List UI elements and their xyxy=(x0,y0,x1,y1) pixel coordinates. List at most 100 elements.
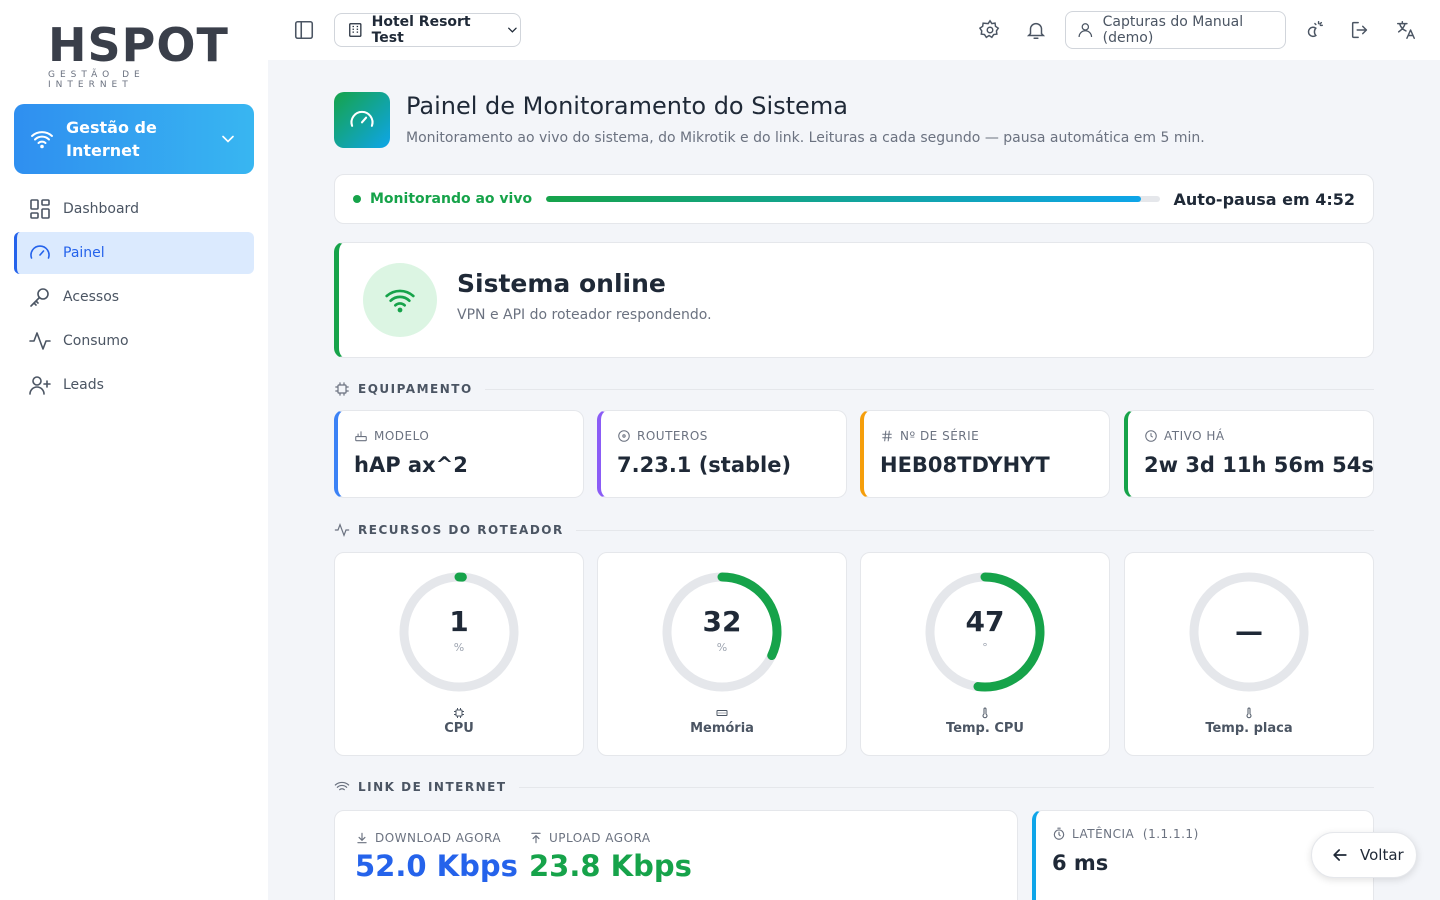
sidebar-item-label: Painel xyxy=(63,245,105,261)
equipment-label: ROUTEROS xyxy=(637,429,708,443)
download-block: DOWNLOAD AGORA 52.0 Kbps xyxy=(355,831,518,883)
gauge-label: Temp. CPU xyxy=(946,721,1024,736)
upload-block: UPLOAD AGORA 23.8 Kbps xyxy=(529,831,692,883)
gestao-internet-selector[interactable]: Gestão de Internet xyxy=(14,104,254,174)
page-title: Painel de Monitoramento do Sistema xyxy=(406,92,848,120)
language-button[interactable] xyxy=(1394,18,1418,42)
sidebar-item-painel[interactable]: Painel xyxy=(14,232,254,274)
gauge-value: 47 xyxy=(965,605,1005,638)
gauge-value: 1 xyxy=(449,605,469,638)
equipment-card-uptime: ATIVO HÁ 2w 3d 11h 56m 54s xyxy=(1124,410,1374,498)
gestao-label: Gestão de Internet xyxy=(66,118,157,160)
sidebar-item-label: Dashboard xyxy=(63,201,139,217)
main-content: Painel de Monitoramento do Sistema Monit… xyxy=(268,60,1440,900)
upload-label: UPLOAD AGORA xyxy=(549,831,651,845)
download-value: 52.0 Kbps xyxy=(355,849,518,883)
link-throughput-card: DOWNLOAD AGORA 52.0 Kbps UPLOAD AGORA 23… xyxy=(334,810,1018,900)
sidebar-toggle-icon xyxy=(294,20,314,40)
back-label: Voltar xyxy=(1360,846,1404,864)
latency-target: (1.1.1.1) xyxy=(1142,827,1199,841)
latency-label: LATÊNCIA xyxy=(1072,827,1135,841)
live-monitor-bar: Monitorando ao vivo Auto-pausa em 4:52 xyxy=(334,174,1374,224)
activity-icon xyxy=(334,522,350,538)
chip-icon xyxy=(335,382,349,396)
gauge-icon xyxy=(30,245,50,259)
equipment-value: 7.23.1 (stable) xyxy=(617,453,792,477)
gauge-unit: % xyxy=(716,641,728,654)
section-divider xyxy=(518,786,1374,788)
upload-value: 23.8 Kbps xyxy=(529,849,692,883)
user-name: Capturas do Manual (demo) xyxy=(1102,14,1244,46)
sidebar-toggle-button[interactable] xyxy=(292,18,316,42)
activity-icon xyxy=(29,332,51,350)
logo-wordmark: HSPOT xyxy=(48,18,229,72)
logout-icon xyxy=(1351,21,1368,39)
hash-icon xyxy=(882,430,892,442)
gauge-unit: % xyxy=(453,641,465,654)
equipment-card-routeros: ROUTEROS 7.23.1 (stable) xyxy=(597,410,847,498)
auto-pause-label: Auto-pausa em 4:52 xyxy=(1173,189,1355,209)
section-divider xyxy=(575,529,1374,531)
gauge-value: — xyxy=(1235,615,1263,648)
chevron-down-icon xyxy=(508,27,517,33)
sidebar-item-dashboard[interactable]: Dashboard xyxy=(14,188,254,230)
user-menu-button[interactable]: Capturas do Manual (demo) xyxy=(1065,11,1286,49)
upload-icon xyxy=(531,832,541,844)
sidebar-item-leads[interactable]: Leads xyxy=(14,364,254,406)
equipment-card-serial: Nº DE SÉRIE HEB08TDYHYT xyxy=(860,410,1110,498)
notifications-button[interactable] xyxy=(1024,18,1048,42)
translate-icon xyxy=(1397,21,1415,39)
hspot-logo[interactable]: HSPOT GESTÃO DE INTERNET xyxy=(48,18,229,90)
latency-value: 6 ms xyxy=(1052,851,1109,875)
download-label: DOWNLOAD AGORA xyxy=(375,831,502,845)
auto-pause-progress xyxy=(546,196,1160,202)
building-icon xyxy=(349,23,362,37)
dashboard-icon xyxy=(30,199,50,219)
sidebar-item-label: Leads xyxy=(63,377,104,393)
gauge-value: 32 xyxy=(702,605,742,638)
sidebar-item-consumo[interactable]: Consumo xyxy=(14,320,254,362)
gear-icon xyxy=(979,19,1000,39)
chevron-down-icon xyxy=(222,135,234,143)
sidebar-item-label: Acessos xyxy=(63,289,120,305)
equipment-value: 2w 3d 11h 56m 54s xyxy=(1144,453,1374,477)
page-subtitle: Monitoramento ao vivo do sistema, do Mik… xyxy=(406,130,1205,146)
equipment-value: hAP ax^2 xyxy=(354,453,468,477)
theme-toggle-button[interactable] xyxy=(1302,18,1326,42)
hotel-selector[interactable]: Hotel Resort Test xyxy=(334,13,521,47)
resource-gauge-board-temp: — Temp. placa xyxy=(1124,552,1374,756)
gauge-unit: ° xyxy=(982,641,988,654)
memory-icon xyxy=(716,710,728,716)
section-resources: RECURSOS DO ROTEADOR xyxy=(334,521,1374,539)
resource-gauge-cpu: 1 % CPU xyxy=(334,552,584,756)
download-icon xyxy=(357,832,367,844)
wifi-icon xyxy=(334,781,350,791)
gauge-icon xyxy=(350,110,374,127)
equipment-value: HEB08TDYHYT xyxy=(880,453,1050,477)
clock-icon xyxy=(1145,430,1157,442)
back-button[interactable]: Voltar xyxy=(1311,832,1417,878)
section-title: LINK DE INTERNET xyxy=(358,780,507,794)
sidebar-item-acessos[interactable]: Acessos xyxy=(14,276,254,318)
router-icon xyxy=(355,431,367,442)
arrow-left-icon xyxy=(1333,849,1347,861)
logout-button[interactable] xyxy=(1348,18,1372,42)
chip-icon xyxy=(454,708,464,718)
sidebar-item-label: Consumo xyxy=(63,333,129,349)
timer-icon xyxy=(1053,827,1065,840)
equipment-card-model: MODELO hAP ax^2 xyxy=(334,410,584,498)
sidebar-nav: Dashboard Painel Acessos Consumo Leads xyxy=(14,188,254,408)
wifi-icon xyxy=(31,131,53,149)
disc-icon xyxy=(618,430,630,442)
equipment-label: MODELO xyxy=(374,429,430,443)
thermometer-icon xyxy=(1246,707,1252,719)
system-status-card: Sistema online VPN e API do roteador res… xyxy=(334,242,1374,358)
section-title: RECURSOS DO ROTEADOR xyxy=(358,523,564,537)
logo-tagline: GESTÃO DE INTERNET xyxy=(48,70,145,90)
settings-button[interactable] xyxy=(978,18,1002,42)
status-icon-circle xyxy=(363,263,437,337)
resource-gauge-memory: 32 % Memória xyxy=(597,552,847,756)
live-label: Monitorando ao vivo xyxy=(370,191,533,207)
key-icon xyxy=(30,288,49,307)
gauge-label: Temp. placa xyxy=(1205,721,1293,736)
